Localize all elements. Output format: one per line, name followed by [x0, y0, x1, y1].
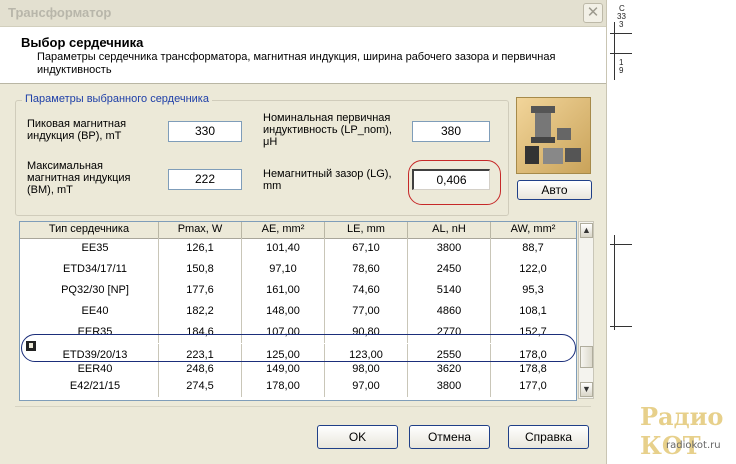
cell-type: ETD34/17/11 [32, 259, 159, 280]
sketch-text: 3 [619, 20, 624, 29]
help-button[interactable]: Справка [508, 425, 589, 449]
cell-aw: 178,8 [519, 363, 547, 375]
cell-aw: 177,0 [519, 380, 547, 392]
cell-type: EE35 [32, 238, 159, 259]
group-title: Параметры выбранного сердечника [22, 93, 212, 105]
cell-le: 98,00 [325, 362, 408, 376]
wizard-header: Выбор сердечника Параметры сердечника тр… [0, 27, 606, 84]
cell-aw: 95,3 [522, 284, 544, 296]
cell-le: 97,00 [325, 376, 408, 397]
scroll-thumb[interactable] [580, 346, 593, 368]
cell-al: 5140 [408, 280, 491, 301]
cancel-button[interactable]: Отмена [409, 425, 490, 449]
cell-al: 3620 [408, 362, 491, 376]
cell-type: EE40 [32, 301, 159, 322]
cell-ae: 149,00 [242, 362, 325, 376]
table-row[interactable]: ETD34/17/11 150,8 97,10 78,60 2450 122,0 [20, 259, 576, 280]
cell-le: 78,60 [325, 259, 408, 280]
cell-type: EER40 [32, 362, 159, 376]
sketch-line [610, 326, 632, 327]
bp-input[interactable]: 330 [168, 121, 242, 142]
cell-pmax: 248,6 [159, 362, 242, 376]
lp-input[interactable]: 380 [412, 121, 490, 142]
table-row[interactable]: EE40 182,2 148,00 77,00 4860 108,1 [20, 301, 576, 322]
col-header-type[interactable]: Тип сердечника [20, 222, 159, 238]
auto-button[interactable]: Авто [517, 180, 592, 200]
cell-al: 3800 [408, 238, 491, 259]
table-scrollbar[interactable]: ▲ ▼ [578, 221, 594, 399]
table-row[interactable]: EE35 126,1 101,40 67,10 3800 88,7 [20, 238, 576, 259]
cell-aw: 122,0 [519, 263, 547, 275]
window-title: Трансформатор [8, 5, 112, 20]
cell-ae: 101,40 [242, 238, 325, 259]
sketch-line [610, 53, 632, 54]
sketch-line [610, 244, 632, 245]
table-row[interactable]: E42/21/15 274,5 178,00 97,00 3800 177,0 [20, 376, 576, 397]
cell-le: 77,00 [325, 301, 408, 322]
col-header-le[interactable]: LE, mm [325, 222, 408, 238]
cell-type: PQ32/30 [NP] [32, 280, 159, 301]
page-title: Выбор сердечника [21, 35, 144, 50]
sketch-text: 9 [619, 66, 624, 75]
watermark: Радио КОТ radiokot.ru [640, 402, 732, 460]
col-header-pmax[interactable]: Pmax, W [159, 222, 242, 238]
watermark-logo: Радио КОТ [640, 402, 724, 460]
page-description: Параметры сердечника трансформатора, маг… [37, 51, 556, 76]
lp-label: Номинальная первичная индуктивность (LP_… [263, 112, 392, 148]
col-header-al[interactable]: AL, nH [408, 222, 491, 238]
close-button[interactable]: ✕ [583, 3, 603, 23]
cell-pmax: 274,5 [159, 376, 242, 397]
col-header-ae[interactable]: AE, mm² [242, 222, 325, 238]
watermark-url: radiokot.ru [666, 440, 721, 451]
cell-ae: 148,00 [242, 301, 325, 322]
col-header-aw[interactable]: AW, mm² [491, 222, 575, 238]
cell-ae: 178,00 [242, 376, 325, 397]
scroll-up-button[interactable]: ▲ [580, 223, 593, 238]
cell-al: 3800 [408, 376, 491, 397]
background-document: С 33 3 1 9 [607, 0, 736, 464]
cell-pmax: 126,1 [159, 238, 242, 259]
cell-ae: 161,00 [242, 280, 325, 301]
cell-pmax: 150,8 [159, 259, 242, 280]
cell-ae: 97,10 [242, 259, 325, 280]
sketch-line [610, 33, 632, 34]
highlight-oval [408, 160, 501, 205]
lg-label: Немагнитный зазор (LG), mm [263, 168, 392, 192]
cell-al: 2450 [408, 259, 491, 280]
ok-button[interactable]: OK [317, 425, 398, 449]
sketch-line [614, 235, 615, 330]
core-table: Тип сердечника Pmax, W AE, mm² LE, mm AL… [19, 221, 577, 401]
bp-label: Пиковая магнитная индукция (BP), mT [27, 118, 127, 142]
cell-al: 4860 [408, 301, 491, 322]
scroll-down-button[interactable]: ▼ [580, 382, 593, 397]
cell-type: E42/21/15 [32, 376, 159, 397]
core-image [516, 97, 591, 174]
chevron-down-icon: ▼ [582, 384, 591, 394]
cell-le: 67,10 [325, 238, 408, 259]
selection-oval [21, 334, 576, 362]
cell-aw: 108,1 [519, 305, 547, 317]
sketch-line [614, 22, 615, 80]
cell-pmax: 182,2 [159, 301, 242, 322]
table-row[interactable]: PQ32/30 [NP] 177,6 161,00 74,60 5140 95,… [20, 280, 576, 301]
cell-pmax: 177,6 [159, 280, 242, 301]
cell-le: 74,60 [325, 280, 408, 301]
transformer-core-icon [525, 106, 581, 164]
close-icon: ✕ [586, 4, 600, 21]
bm-label: Максимальная магнитная индукция (BM), mT [27, 160, 131, 196]
separator [15, 406, 591, 407]
bm-input[interactable]: 222 [168, 169, 242, 190]
transformer-dialog: Трансформатор ✕ Выбор сердечника Парамет… [0, 0, 607, 464]
title-bar: Трансформатор ✕ [0, 0, 606, 27]
cell-aw: 88,7 [522, 242, 544, 254]
chevron-up-icon: ▲ [582, 225, 591, 235]
table-header: Тип сердечника Pmax, W AE, mm² LE, mm AL… [20, 222, 576, 239]
